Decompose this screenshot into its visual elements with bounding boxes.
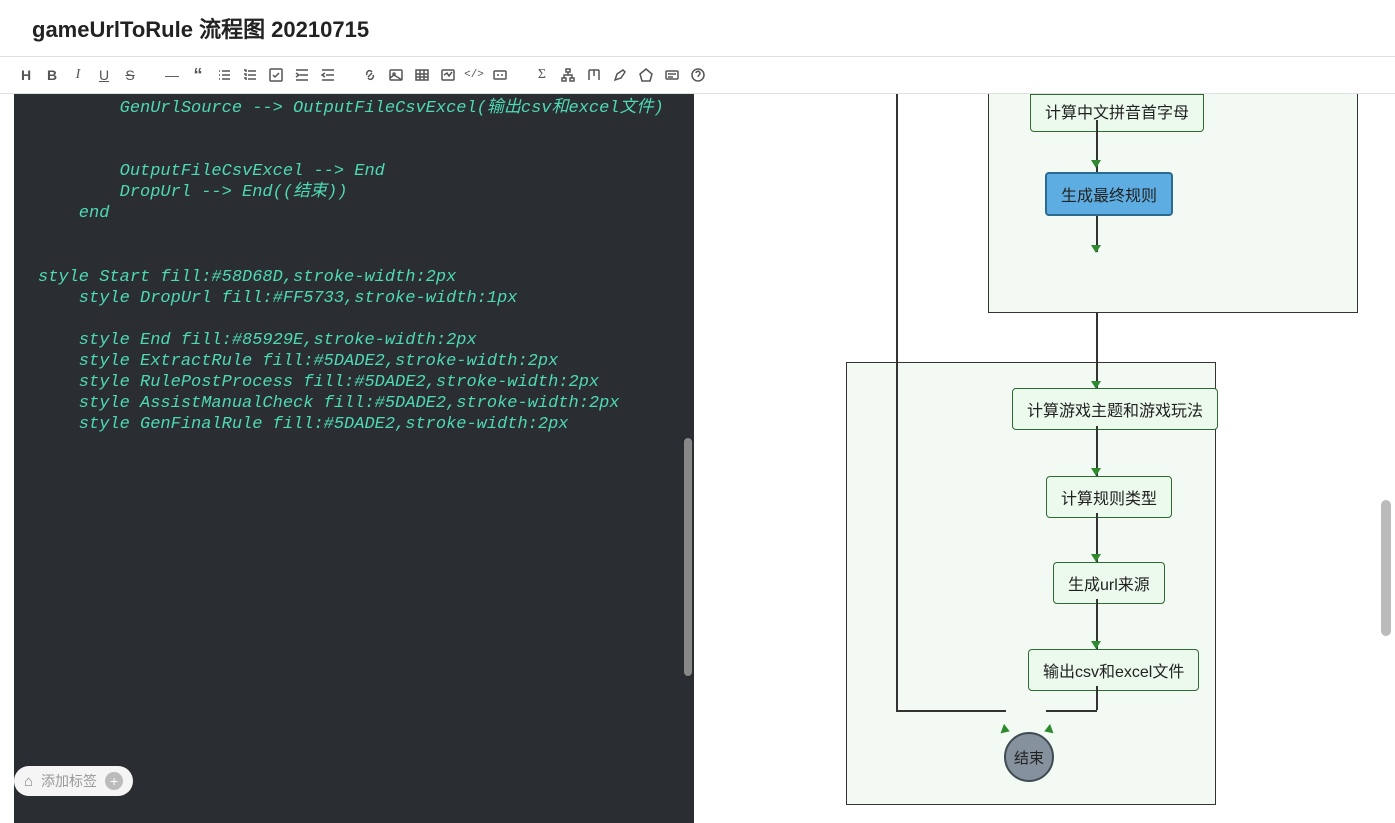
bold-button[interactable]: B — [40, 63, 64, 87]
checklist-icon — [268, 67, 284, 83]
kanban-icon — [586, 67, 602, 83]
node-output: 输出csv和excel文件 — [1028, 649, 1199, 691]
quote-button[interactable]: “ — [186, 63, 210, 87]
diagram-preview-pane: 计算中文拼音首字母 生成最终规则 计算游戏主题和游戏玩法 计算规则类型 生成ur… — [710, 94, 1395, 823]
arrow-icon — [1091, 160, 1101, 168]
node-end: 结束 — [1004, 732, 1054, 782]
node-url-source: 生成url来源 — [1053, 562, 1165, 604]
pen-button[interactable] — [608, 63, 632, 87]
media-icon — [440, 67, 456, 83]
code-text: GenUrlSource --> OutputFileCsvExcel(输出cs… — [14, 94, 694, 439]
component-icon — [492, 67, 508, 83]
image-button[interactable] — [384, 63, 408, 87]
ul-button[interactable] — [212, 63, 236, 87]
media-button[interactable] — [436, 63, 460, 87]
flowchart: 计算中文拼音首字母 生成最终规则 计算游戏主题和游戏玩法 计算规则类型 生成ur… — [710, 94, 1395, 803]
table-icon — [414, 67, 430, 83]
shape-button[interactable] — [634, 63, 658, 87]
help-icon — [690, 67, 706, 83]
edge-line — [896, 94, 898, 710]
content-area: GenUrlSource --> OutputFileCsvExcel(输出cs… — [0, 94, 1395, 823]
image-icon — [388, 67, 404, 83]
shape-icon — [638, 67, 654, 83]
edge-line — [1096, 686, 1098, 710]
pen-icon — [612, 67, 628, 83]
page-scrollbar[interactable] — [1381, 500, 1391, 636]
list-ul-icon — [216, 67, 232, 83]
arrow-icon — [1091, 641, 1101, 649]
toolbar: H B I U S — “ </> Σ — [0, 57, 1395, 94]
link-icon — [362, 67, 378, 83]
node-pinyin: 计算中文拼音首字母 — [1030, 94, 1204, 132]
arrow-icon — [1091, 468, 1101, 476]
underline-button[interactable]: U — [92, 63, 116, 87]
link-button[interactable] — [358, 63, 382, 87]
edge-line — [896, 710, 1006, 712]
checklist-button[interactable] — [264, 63, 288, 87]
strike-button[interactable]: S — [118, 63, 142, 87]
code-editor-pane[interactable]: GenUrlSource --> OutputFileCsvExcel(输出cs… — [14, 94, 694, 823]
add-tag-button[interactable]: + — [105, 772, 123, 790]
code-scrollbar[interactable] — [684, 438, 692, 676]
tag-bar[interactable]: ⌂ 添加标签 + — [14, 766, 133, 796]
edge-line — [1046, 710, 1097, 712]
component-button[interactable] — [488, 63, 512, 87]
pane-divider[interactable] — [694, 94, 710, 823]
node-theme: 计算游戏主题和游戏玩法 — [1012, 388, 1218, 430]
help-button[interactable] — [686, 63, 710, 87]
list-ol-icon — [242, 67, 258, 83]
tag-icon: ⌂ — [24, 773, 33, 790]
node-gen-final-rule: 生成最终规则 — [1045, 172, 1173, 216]
outdent-button[interactable] — [316, 63, 340, 87]
sitemap-button[interactable] — [556, 63, 580, 87]
table-button[interactable] — [410, 63, 434, 87]
ol-button[interactable] — [238, 63, 262, 87]
page-title: gameUrlToRule 流程图 20210715 — [0, 0, 1395, 57]
arrow-icon — [1091, 245, 1101, 253]
card-button[interactable] — [660, 63, 684, 87]
indent-button[interactable] — [290, 63, 314, 87]
arrow-icon — [1091, 554, 1101, 562]
edge-line — [1096, 312, 1098, 388]
card-icon — [664, 67, 680, 83]
formula-button[interactable]: Σ — [530, 63, 554, 87]
node-rule-type: 计算规则类型 — [1046, 476, 1172, 518]
code-button[interactable]: </> — [462, 63, 486, 87]
indent-icon — [294, 67, 310, 83]
outdent-icon — [320, 67, 336, 83]
kanban-button[interactable] — [582, 63, 606, 87]
heading-button[interactable]: H — [14, 63, 38, 87]
hr-button[interactable]: — — [160, 63, 184, 87]
tag-placeholder: 添加标签 — [41, 771, 97, 791]
sitemap-icon — [560, 67, 576, 83]
italic-button[interactable]: I — [66, 63, 90, 87]
